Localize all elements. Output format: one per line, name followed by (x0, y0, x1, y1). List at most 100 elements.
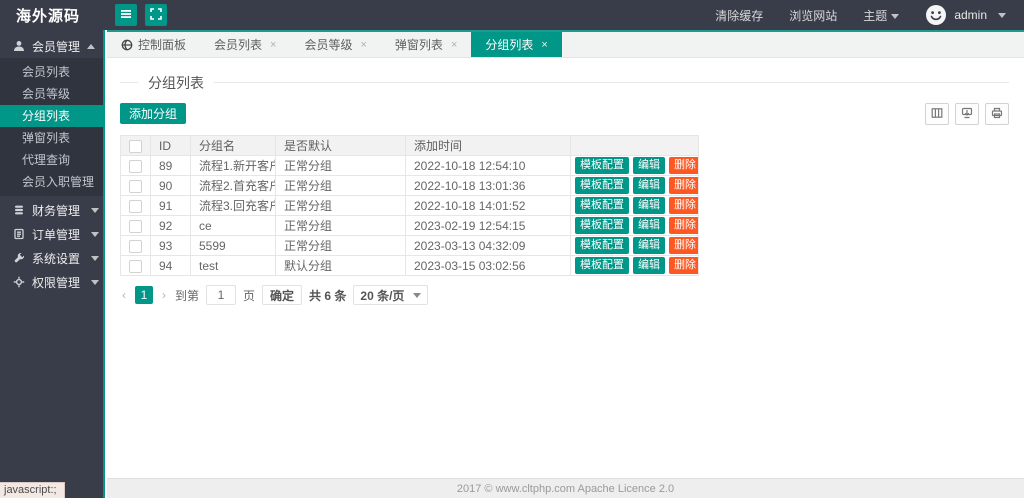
filter-columns-button[interactable] (925, 103, 949, 125)
sidebar-item-permission-management[interactable]: 权限管理 (0, 270, 103, 294)
browser-status-tooltip: javascript:; (0, 482, 65, 498)
fullscreen-button[interactable] (145, 4, 167, 26)
export-button[interactable] (955, 103, 979, 125)
edit-button[interactable]: 编辑 (633, 177, 665, 194)
sidebar-item-order-management[interactable]: 订单管理 (0, 222, 103, 246)
header-right-menu: 清除缓存 浏览网站 主题 admin (715, 4, 1024, 26)
template-config-button[interactable]: 模板配置 (575, 257, 629, 274)
sidebar-item-finance-management[interactable]: 财务管理 (0, 198, 103, 222)
template-config-button[interactable]: 模板配置 (575, 177, 629, 194)
current-page-badge[interactable]: 1 (135, 286, 153, 304)
add-group-button[interactable]: 添加分组 (120, 103, 186, 124)
content-panel: 分组列表 添加分组 (107, 58, 1024, 478)
row-checkbox[interactable] (129, 260, 142, 273)
select-all-checkbox[interactable] (129, 140, 142, 153)
prev-page-arrow[interactable]: ‹ (120, 288, 128, 302)
table-row: 89 流程1.新开客户 正常分组 2022-10-18 12:54:10 模板配… (121, 156, 699, 176)
row-checkbox[interactable] (129, 240, 142, 253)
cell-name: 流程1.新开客户 (191, 156, 276, 176)
close-icon[interactable]: × (541, 39, 547, 51)
app-logo[interactable]: 海外源码 (0, 5, 105, 26)
cell-id: 93 (151, 236, 191, 256)
sidebar-item-system-settings[interactable]: 系统设置 (0, 246, 103, 270)
delete-button[interactable]: 删除 (669, 257, 699, 274)
tab-label: 控制面板 (138, 36, 186, 53)
hamburger-icon (120, 8, 132, 23)
per-page-select[interactable]: 20 条/页 (353, 285, 428, 305)
sidebar-collapsed-groups: 财务管理 订单管理 系统设置 权限管理 (0, 198, 103, 294)
cell-default: 正常分组 (276, 236, 406, 256)
user-icon (13, 40, 25, 52)
footer-text: 2017 © www.cltphp.com Apache Licence 2.0 (457, 483, 674, 495)
delete-button[interactable]: 删除 (669, 197, 699, 214)
cell-time: 2022-10-18 13:01:36 (406, 176, 571, 196)
sidebar-item-member-onboarding[interactable]: 会员入职管理 (0, 171, 103, 193)
sidebar-item-label: 会员管理 (32, 38, 80, 55)
wrench-icon (13, 252, 25, 264)
print-button[interactable] (985, 103, 1009, 125)
tab-group-list[interactable]: 分组列表 × (471, 32, 561, 57)
edit-button[interactable]: 编辑 (633, 197, 665, 214)
tab-popup-list[interactable]: 弹窗列表 × (381, 32, 471, 57)
delete-button[interactable]: 删除 (669, 237, 699, 254)
user-menu[interactable]: admin (925, 4, 1006, 26)
total-count-label: 共 6 条 (309, 287, 346, 304)
sidebar-item-label: 系统设置 (32, 250, 80, 267)
chevron-down-icon (891, 14, 899, 19)
close-icon[interactable]: × (451, 39, 457, 51)
pagination: ‹ 1 › 到第 页 确定 共 6 条 20 条/页 (120, 285, 1009, 305)
admin-app: 海外源码 清除缓存 浏览网站 主题 admin (0, 0, 1024, 498)
sidebar-item-member-management[interactable]: 会员管理 (0, 34, 103, 58)
tab-label: 会员等级 (304, 36, 352, 53)
close-icon[interactable]: × (270, 39, 276, 51)
next-page-arrow[interactable]: › (160, 288, 168, 302)
tab-label: 分组列表 (485, 36, 533, 53)
col-header-id: ID (151, 136, 191, 156)
theme-menu[interactable]: 主题 (863, 7, 899, 24)
fullscreen-icon (150, 8, 162, 23)
template-config-button[interactable]: 模板配置 (575, 157, 629, 174)
tab-label: 会员列表 (214, 36, 262, 53)
template-config-button[interactable]: 模板配置 (575, 237, 629, 254)
delete-button[interactable]: 删除 (669, 177, 699, 194)
cell-id: 91 (151, 196, 191, 216)
chevron-down-icon (91, 256, 99, 261)
cell-time: 2023-03-15 03:02:56 (406, 256, 571, 276)
delete-button[interactable]: 删除 (669, 217, 699, 234)
row-checkbox[interactable] (129, 200, 142, 213)
cell-time: 2023-03-13 04:32:09 (406, 236, 571, 256)
row-checkbox[interactable] (129, 220, 142, 233)
page-suffix-label: 页 (243, 287, 255, 304)
tab-member-list[interactable]: 会员列表 × (200, 32, 290, 57)
template-config-button[interactable]: 模板配置 (575, 217, 629, 234)
clear-cache-link[interactable]: 清除缓存 (715, 7, 763, 24)
tab-member-level[interactable]: 会员等级 × (290, 32, 380, 57)
goto-label: 到第 (175, 287, 199, 304)
sidebar-item-member-level[interactable]: 会员等级 (0, 83, 103, 105)
cell-default: 正常分组 (276, 196, 406, 216)
sidebar-collapse-button[interactable] (115, 4, 137, 26)
sidebar-item-group-list[interactable]: 分组列表 (0, 105, 103, 127)
sidebar-item-agent-query[interactable]: 代理查询 (0, 149, 103, 171)
sidebar-item-popup-list[interactable]: 弹窗列表 (0, 127, 103, 149)
goto-page-input[interactable] (206, 285, 236, 305)
delete-button[interactable]: 删除 (669, 157, 699, 174)
row-checkbox[interactable] (129, 160, 142, 173)
tab-label: 弹窗列表 (395, 36, 443, 53)
edit-button[interactable]: 编辑 (633, 157, 665, 174)
sidebar-item-member-list[interactable]: 会员列表 (0, 61, 103, 83)
theme-label: 主题 (863, 9, 887, 23)
goto-confirm-button[interactable]: 确定 (262, 285, 302, 305)
tab-console[interactable]: 控制面板 (107, 32, 200, 57)
edit-button[interactable]: 编辑 (633, 237, 665, 254)
export-icon (961, 107, 973, 122)
row-checkbox[interactable] (129, 180, 142, 193)
template-config-button[interactable]: 模板配置 (575, 197, 629, 214)
browse-site-link[interactable]: 浏览网站 (789, 7, 837, 24)
globe-icon (121, 39, 133, 51)
close-icon[interactable]: × (360, 39, 366, 51)
edit-button[interactable]: 编辑 (633, 217, 665, 234)
cell-default: 正常分组 (276, 216, 406, 236)
edit-button[interactable]: 编辑 (633, 257, 665, 274)
per-page-value: 20 条/页 (360, 287, 404, 304)
